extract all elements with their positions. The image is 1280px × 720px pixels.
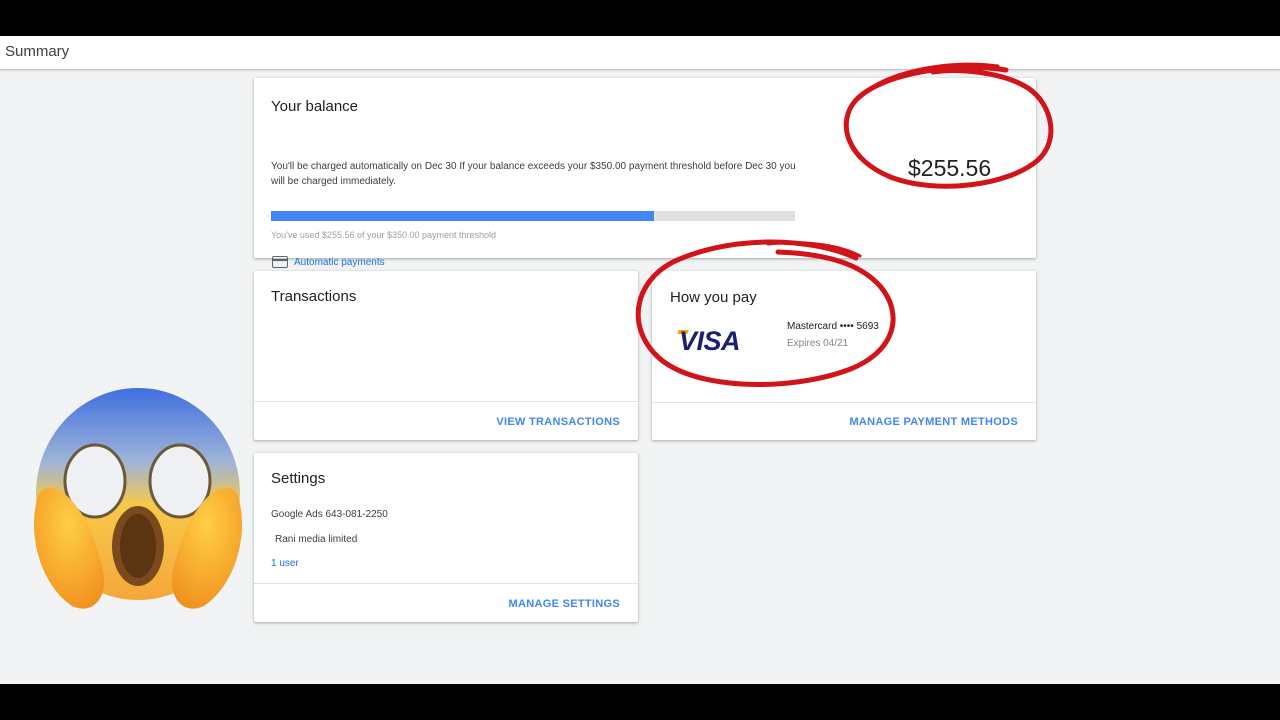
business-name: Rani media limited: [275, 534, 358, 545]
threshold-progress-fill: [271, 211, 654, 221]
account-id: Google Ads 643-081-2250: [271, 509, 388, 520]
transactions-divider: [254, 401, 638, 402]
settings-title: Settings: [271, 470, 326, 487]
balance-card: Your balance You'll be charged automatic…: [254, 78, 1036, 268]
card-expiry-label: Expires 04/21: [787, 338, 849, 349]
transactions-title: Transactions: [271, 288, 357, 305]
automatic-payments-label[interactable]: Automatic payments: [294, 257, 385, 268]
threshold-progress-bar: [271, 211, 795, 221]
card-number-label: Mastercard •••• 5693: [787, 321, 879, 332]
manage-settings-button[interactable]: MANAGE SETTINGS: [509, 598, 620, 610]
top-bar: Summary: [0, 36, 1280, 70]
page-title: Summary: [5, 43, 70, 60]
balance-description-line2: will be charged immediately.: [271, 176, 396, 187]
payment-card: How you pay VISA Mastercard •••• 5693 Ex…: [652, 271, 1036, 440]
settings-card: Settings Google Ads 643-081-2250 Rani me…: [254, 453, 638, 622]
automatic-payments-link[interactable]: Automatic payments: [272, 256, 385, 268]
users-link[interactable]: 1 user: [271, 558, 299, 569]
credit-card-icon: [272, 256, 288, 268]
transactions-card: Transactions VIEW TRANSACTIONS: [254, 271, 638, 440]
balance-description-line1: You'll be charged automatically on Dec 3…: [271, 161, 796, 172]
manage-payment-methods-button[interactable]: MANAGE PAYMENT METHODS: [849, 416, 1018, 428]
visa-logo: VISA: [679, 326, 741, 356]
threshold-caption: You've used $255.56 of your $350.00 paym…: [271, 230, 497, 240]
balance-title: Your balance: [271, 98, 359, 115]
payment-title: How you pay: [670, 289, 757, 306]
ads-billing-screen: Summary Your balance You'll be charged a…: [0, 36, 1280, 684]
balance-amount: $255.56: [908, 155, 992, 181]
screaming-face-emoji: [33, 388, 243, 609]
settings-divider: [254, 583, 638, 584]
payment-divider: [652, 402, 1036, 403]
letterbox-top: [0, 0, 1280, 36]
view-transactions-button[interactable]: VIEW TRANSACTIONS: [496, 416, 620, 428]
letterbox-bottom: [0, 684, 1280, 720]
